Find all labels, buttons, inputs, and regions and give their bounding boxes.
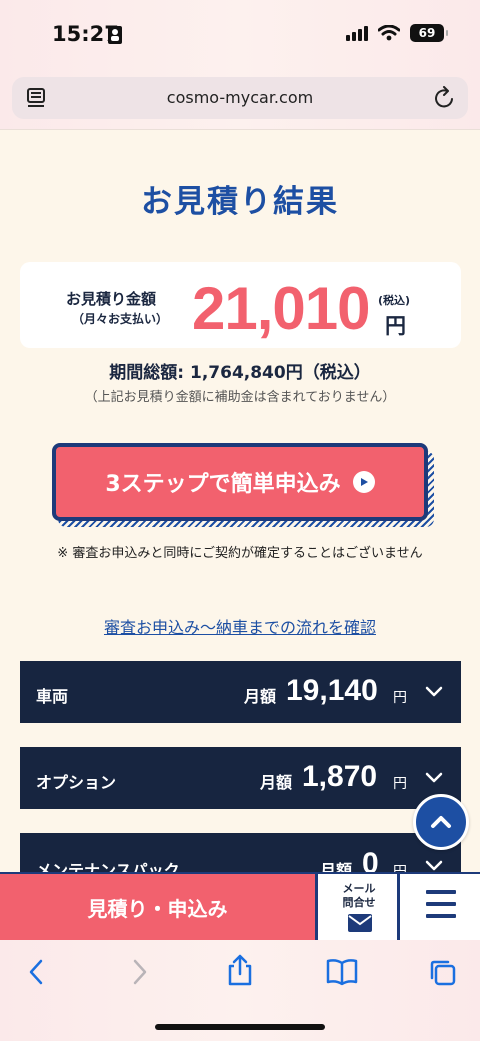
wifi-icon xyxy=(378,25,400,41)
menu-button[interactable] xyxy=(402,874,480,940)
cost-row-monthly-label: 月額 xyxy=(320,861,353,873)
cost-row-name: メンテナンスパック xyxy=(36,861,180,873)
reload-icon[interactable] xyxy=(434,86,456,114)
apply-button-wrapper: 3ステップで簡単申込み xyxy=(52,443,434,527)
cost-row-name: オプション xyxy=(36,773,117,792)
forward-icon[interactable] xyxy=(130,958,150,990)
mail-icon xyxy=(348,914,372,936)
cost-row-monthly-label: 月額 xyxy=(244,687,277,706)
mail-inquiry-button[interactable]: メール 問合せ xyxy=(320,874,400,940)
share-icon[interactable] xyxy=(226,954,254,990)
cost-row-yen: 円 xyxy=(393,776,407,792)
page-title: お見積り結果 xyxy=(141,184,339,220)
cost-row-value: 19,140 xyxy=(286,674,378,707)
browser-address-area: cosmo-mycar.com xyxy=(0,70,480,130)
cost-row-yen: 円 xyxy=(393,690,407,706)
mail-label-line1: メール xyxy=(342,882,376,895)
play-icon xyxy=(352,471,375,493)
quote-amount: 21,010 xyxy=(192,275,371,342)
browser-toolbar xyxy=(0,940,480,1041)
quote-tax-label: (税込) xyxy=(378,294,411,307)
cost-row-vehicle[interactable]: 車両 月額 19,140 円 xyxy=(20,661,461,723)
cost-row-option[interactable]: オプション 月額 1,870 円 xyxy=(20,747,461,809)
chevron-down-icon[interactable] xyxy=(425,683,443,702)
quote-sub-label: （月々お支払い） xyxy=(72,312,169,326)
cellular-signal-icon xyxy=(346,25,368,41)
back-icon[interactable] xyxy=(26,958,46,990)
status-bar: 15:27 69 xyxy=(0,0,480,70)
period-total: 期間総額: 1,764,840円（税込） xyxy=(109,363,371,383)
chevron-down-icon[interactable] xyxy=(425,857,443,873)
apply-button-label: 3ステップで簡単申込み xyxy=(105,472,341,497)
cost-row-value: 0 xyxy=(362,847,379,873)
address-bar[interactable]: cosmo-mycar.com xyxy=(12,77,468,119)
three-step-apply-button[interactable]: 3ステップで簡単申込み xyxy=(52,443,428,521)
person-icon xyxy=(108,26,122,48)
flow-link[interactable]: 審査お申込み〜納車までの流れを確認 xyxy=(0,614,480,638)
tabs-icon[interactable] xyxy=(428,958,458,992)
quote-label: お見積り金額 xyxy=(66,290,157,308)
quote-card: お見積り金額 （月々お支払い） 21,010 (税込) 円 xyxy=(20,262,461,348)
chevron-up-icon xyxy=(431,816,451,828)
home-indicator xyxy=(155,1024,325,1030)
cost-row-monthly-label: 月額 xyxy=(260,773,293,792)
disclaimer-text: ※ 審査お申込みと同時にご契約が確定することはございません xyxy=(57,546,423,561)
quote-apply-button[interactable]: 見積り・申込み xyxy=(0,874,318,940)
menu-icon xyxy=(426,890,456,926)
bookmarks-icon[interactable] xyxy=(326,958,358,990)
scroll-to-top-button[interactable] xyxy=(413,794,469,850)
cost-row-name: 車両 xyxy=(36,687,69,706)
battery-icon: 69 xyxy=(410,24,448,42)
url-text[interactable]: cosmo-mycar.com xyxy=(12,88,468,107)
mail-label: メール 問合せ xyxy=(320,882,398,910)
quote-unit: 円 xyxy=(385,314,406,338)
cost-row-value: 1,870 xyxy=(302,760,378,793)
chevron-down-icon[interactable] xyxy=(425,769,443,788)
mail-label-line2: 問合せ xyxy=(342,896,376,909)
status-indicators: 69 xyxy=(346,24,448,42)
cost-row-maintenance[interactable]: メンテナンスパック 月額 0 円 xyxy=(20,833,461,873)
subsidy-note: （上記お見積り金額に補助金は含まれておりません） xyxy=(84,390,396,405)
bottom-action-bar: 見積り・申込み メール 問合せ xyxy=(0,872,480,940)
